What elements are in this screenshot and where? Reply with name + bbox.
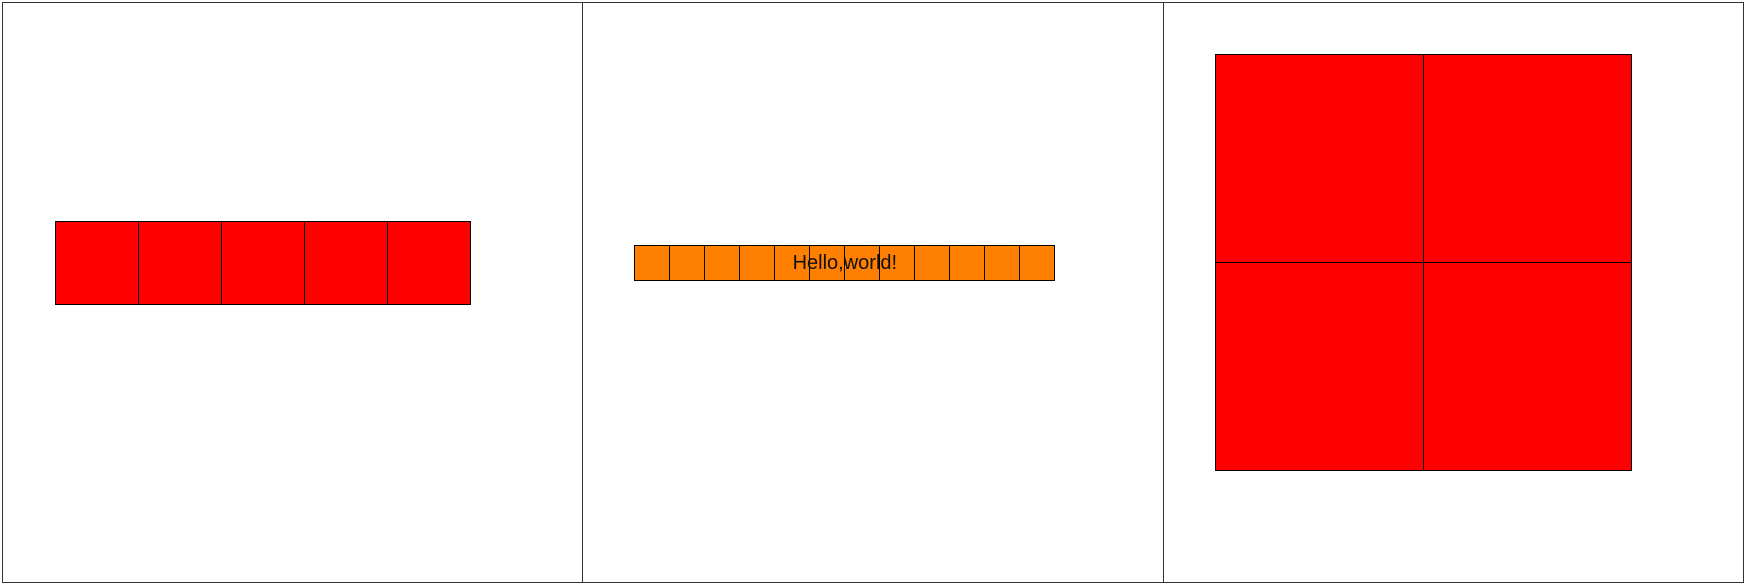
- red-square-1: [55, 221, 139, 305]
- panel-middle: Hello,world!: [583, 3, 1164, 582]
- orange-square-7: [844, 245, 881, 281]
- orange-square-11: [984, 245, 1021, 281]
- red-grid-cell-4: [1422, 262, 1632, 471]
- orange-square-10: [949, 245, 986, 281]
- orange-square-1: [634, 245, 671, 281]
- orange-square-12: [1019, 245, 1056, 281]
- panel-left: [3, 3, 584, 582]
- red-square-5: [387, 221, 471, 305]
- red-square-2: [138, 221, 222, 305]
- orange-square-2: [669, 245, 706, 281]
- red-square-3: [221, 221, 305, 305]
- orange-square-3: [704, 245, 741, 281]
- red-grid-cell-1: [1214, 54, 1424, 263]
- diagram-frame: Hello,world!: [2, 2, 1744, 583]
- orange-square-8: [879, 245, 916, 281]
- red-grid-cell-2: [1422, 54, 1632, 263]
- red-square-4: [304, 221, 388, 305]
- orange-square-9: [914, 245, 951, 281]
- red-grid-cell-3: [1214, 262, 1424, 471]
- orange-square-5: [774, 245, 811, 281]
- panel-right: [1164, 3, 1743, 582]
- orange-square-6: [809, 245, 846, 281]
- orange-square-4: [739, 245, 776, 281]
